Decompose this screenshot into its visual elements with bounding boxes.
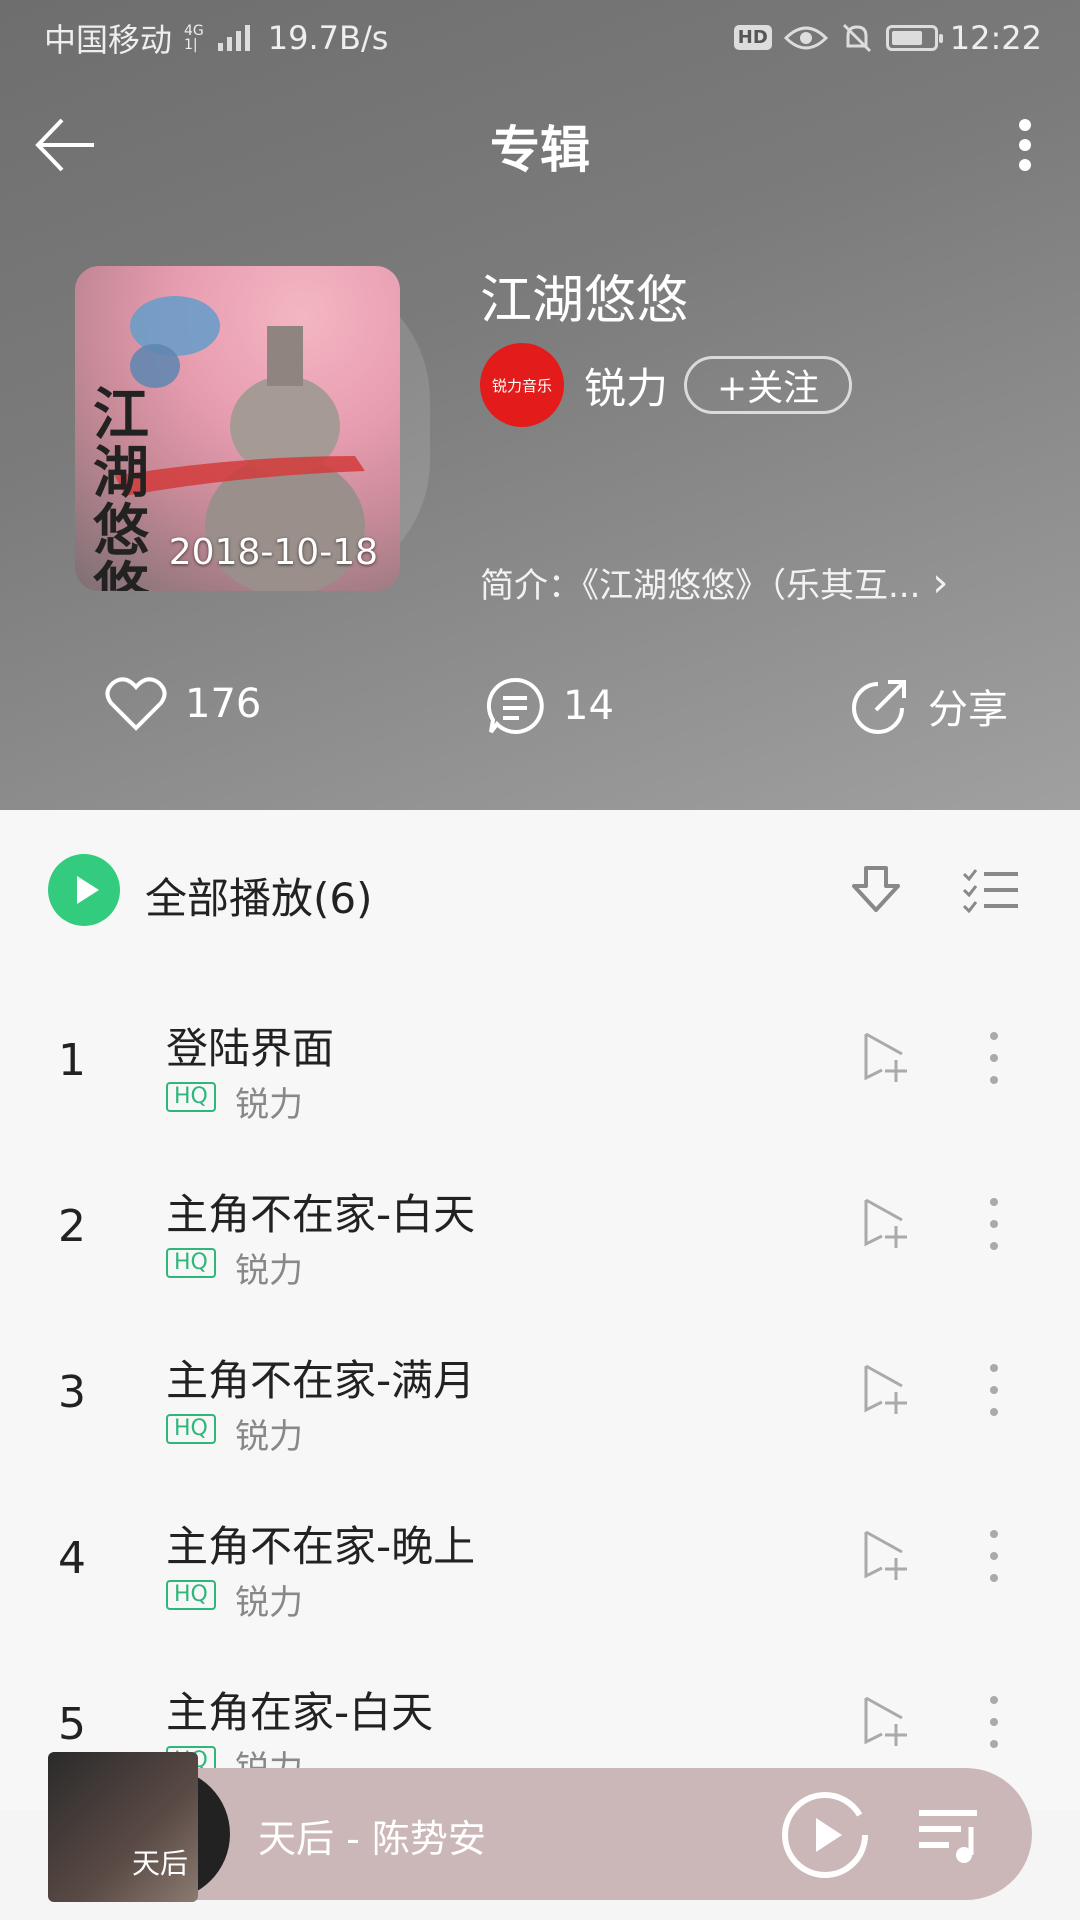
album-cover[interactable]: 江湖悠悠 2018-10-18 — [75, 266, 400, 591]
song-artist: 锐力 — [235, 1417, 303, 1457]
release-date: 2018-10-18 — [168, 532, 378, 573]
mini-cover-text: 天后 — [131, 1847, 188, 1880]
add-to-queue-icon[interactable] — [862, 1694, 912, 1748]
like-count: 176 — [185, 681, 262, 727]
label-logo[interactable]: 锐力音乐 — [480, 343, 564, 427]
multi-select-icon[interactable] — [962, 866, 1020, 914]
song-title: 主角不在家-白天 — [166, 1190, 476, 1239]
heart-icon — [105, 677, 167, 731]
song-title: 登陆界面 — [166, 1024, 335, 1073]
song-artist: 锐力 — [235, 1251, 303, 1291]
chevron-right-icon: › — [932, 559, 949, 606]
play-all-button[interactable] — [48, 854, 120, 926]
album-intro[interactable]: 简介：《江湖悠悠》（乐其互... › — [480, 558, 948, 607]
hq-badge: HQ — [166, 1580, 216, 1610]
battery-icon — [885, 24, 943, 51]
mute-bell-icon — [842, 23, 871, 52]
song-more-icon[interactable] — [982, 1528, 1006, 1584]
page-title: 专辑 — [490, 121, 590, 179]
mini-player-cover[interactable]: 天后 — [48, 1752, 198, 1902]
song-title: 主角在家-白天 — [166, 1688, 434, 1737]
mini-play-button[interactable] — [780, 1790, 870, 1880]
share-button[interactable]: 分享 — [850, 676, 1008, 736]
play-icon — [77, 876, 99, 904]
comment-button[interactable]: 14 — [485, 676, 614, 736]
play-all-label[interactable]: 全部播放(6) — [145, 865, 373, 926]
play-all-row: 全部播放(6) — [0, 810, 1080, 980]
song-more-icon[interactable] — [982, 1030, 1006, 1086]
clock: 12:22 — [949, 18, 1042, 57]
comment-count: 14 — [563, 683, 614, 729]
add-to-queue-icon[interactable] — [862, 1362, 912, 1416]
artist-name[interactable]: 锐力 — [584, 355, 668, 416]
album-header: 中国移动 4G 1| 19.7B/s HD 12:22 专辑 江湖悠悠 2018… — [0, 0, 1080, 810]
eye-icon — [783, 26, 828, 49]
song-row[interactable]: 2 主角不在家-白天 HQ 锐力 — [0, 1146, 1080, 1312]
add-to-queue-icon[interactable] — [862, 1030, 912, 1084]
share-icon — [852, 680, 906, 734]
artist-row: 锐力音乐 锐力 +关注 — [480, 343, 853, 427]
song-number: 1 — [58, 1035, 86, 1086]
signal-icon — [217, 24, 250, 51]
song-title: 主角不在家-满月 — [166, 1356, 476, 1405]
playlist-icon[interactable] — [915, 1805, 985, 1865]
intro-text: 简介：《江湖悠悠》（乐其互... — [480, 566, 921, 606]
song-artist: 锐力 — [235, 1085, 303, 1125]
share-label: 分享 — [928, 687, 1008, 733]
now-playing-title[interactable]: 天后 - 陈势安 — [258, 1808, 486, 1863]
more-vertical-icon[interactable] — [1000, 115, 1050, 175]
song-more-icon[interactable] — [982, 1694, 1006, 1750]
add-to-queue-icon[interactable] — [862, 1528, 912, 1582]
follow-button[interactable]: +关注 — [684, 356, 853, 414]
add-to-queue-icon[interactable] — [862, 1196, 912, 1250]
song-row[interactable]: 1 登陆界面 HQ 锐力 — [0, 980, 1080, 1146]
song-row[interactable]: 3 主角不在家-满月 HQ 锐力 — [0, 1312, 1080, 1478]
carrier-label: 中国移动 — [44, 20, 173, 59]
song-number: 4 — [58, 1533, 86, 1584]
hd-badge: HD — [733, 25, 772, 50]
song-number: 5 — [58, 1699, 86, 1750]
hq-badge: HQ — [166, 1248, 216, 1278]
album-actions: 176 14 分享 — [0, 676, 1080, 746]
song-row[interactable]: 4 主角不在家-晚上 HQ 锐力 — [0, 1478, 1080, 1644]
album-title: 江湖悠悠 — [480, 271, 689, 331]
top-bar: 专辑 — [0, 95, 1080, 190]
song-number: 3 — [58, 1367, 86, 1418]
download-icon[interactable] — [848, 862, 904, 918]
song-more-icon[interactable] — [982, 1362, 1006, 1418]
song-number: 2 — [58, 1201, 86, 1252]
song-artist: 锐力 — [235, 1583, 303, 1623]
status-bar: 中国移动 4G 1| 19.7B/s HD 12:22 — [0, 0, 1080, 75]
hq-badge: HQ — [166, 1082, 216, 1112]
song-more-icon[interactable] — [982, 1196, 1006, 1252]
hq-badge: HQ — [166, 1414, 216, 1444]
like-button[interactable]: 176 — [105, 676, 261, 732]
comment-icon — [486, 677, 544, 734]
network-speed: 19.7B/s — [267, 18, 389, 57]
network-type: 4G 1| — [184, 22, 204, 53]
song-title: 主角不在家-晚上 — [166, 1522, 476, 1571]
cover-calligraphy: 江湖悠悠 — [93, 382, 149, 591]
